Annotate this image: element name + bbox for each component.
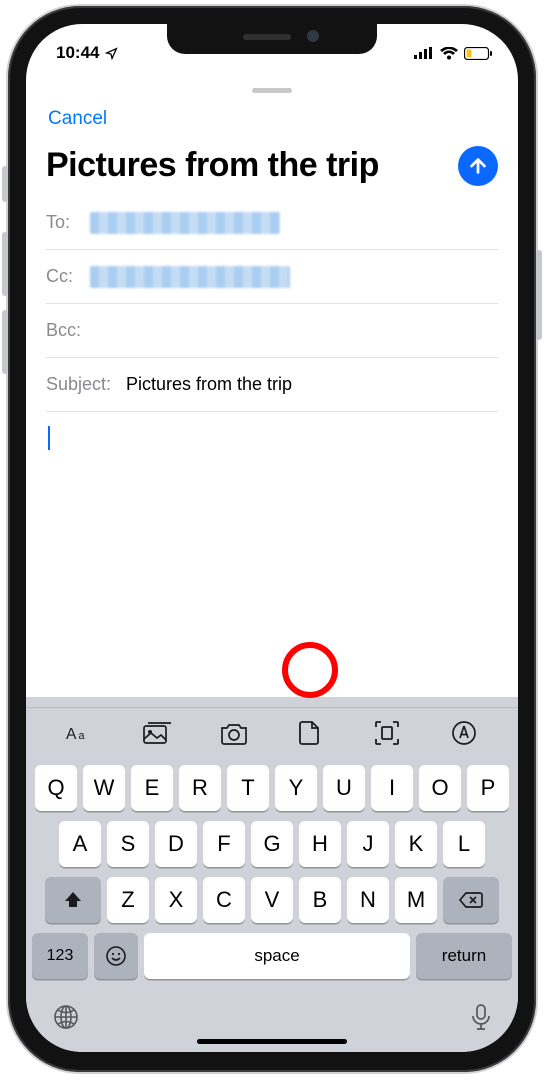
keyboard-row-1: Q W E R T Y U I O P bbox=[32, 765, 512, 811]
key-d[interactable]: D bbox=[155, 821, 197, 867]
subject-field-row[interactable]: Subject: bbox=[46, 358, 498, 412]
keyboard-area: A a bbox=[26, 697, 518, 1052]
scan-document-button[interactable] bbox=[365, 711, 409, 755]
key-l[interactable]: L bbox=[443, 821, 485, 867]
key-y[interactable]: Y bbox=[275, 765, 317, 811]
key-a[interactable]: A bbox=[59, 821, 101, 867]
photo-library-button[interactable] bbox=[135, 711, 179, 755]
key-emoji[interactable] bbox=[94, 933, 138, 979]
key-o[interactable]: O bbox=[419, 765, 461, 811]
arrow-up-icon bbox=[467, 155, 489, 177]
battery-low-icon bbox=[464, 47, 492, 60]
key-r[interactable]: R bbox=[179, 765, 221, 811]
camera-icon bbox=[220, 721, 248, 745]
subject-input[interactable] bbox=[126, 374, 498, 395]
to-field-row[interactable]: To: bbox=[46, 196, 498, 250]
location-icon bbox=[105, 47, 118, 60]
to-label: To: bbox=[46, 212, 80, 233]
key-k[interactable]: K bbox=[395, 821, 437, 867]
key-u[interactable]: U bbox=[323, 765, 365, 811]
mic-icon bbox=[470, 1003, 492, 1031]
wifi-icon bbox=[440, 47, 458, 60]
page-title: Pictures from the trip bbox=[46, 148, 450, 184]
key-s[interactable]: S bbox=[107, 821, 149, 867]
key-shift[interactable] bbox=[45, 877, 101, 923]
key-h[interactable]: H bbox=[299, 821, 341, 867]
status-bar: 10:44 bbox=[26, 24, 518, 76]
text-caret bbox=[48, 426, 50, 450]
key-b[interactable]: B bbox=[299, 877, 341, 923]
sheet-handle[interactable] bbox=[252, 88, 292, 93]
key-q[interactable]: Q bbox=[35, 765, 77, 811]
text-format-icon: A a bbox=[66, 721, 94, 745]
key-i[interactable]: I bbox=[371, 765, 413, 811]
highlight-ring bbox=[282, 642, 338, 698]
key-j[interactable]: J bbox=[347, 821, 389, 867]
status-time: 10:44 bbox=[56, 43, 118, 63]
bcc-label: Bcc: bbox=[46, 320, 80, 341]
cellular-icon bbox=[414, 47, 434, 59]
markup-icon bbox=[451, 720, 477, 746]
svg-text:A: A bbox=[66, 726, 77, 743]
svg-text:a: a bbox=[79, 730, 86, 742]
key-delete[interactable] bbox=[443, 877, 499, 923]
delete-icon bbox=[459, 891, 483, 909]
key-x[interactable]: X bbox=[155, 877, 197, 923]
cc-recipient bbox=[90, 266, 290, 288]
attach-document-button[interactable] bbox=[288, 711, 332, 755]
globe-icon bbox=[52, 1003, 80, 1031]
key-f[interactable]: F bbox=[203, 821, 245, 867]
sheet-handle-row bbox=[26, 76, 518, 104]
photo-library-icon bbox=[143, 721, 171, 745]
key-return[interactable]: return bbox=[416, 933, 512, 979]
home-indicator[interactable] bbox=[197, 1039, 347, 1044]
key-n[interactable]: N bbox=[347, 877, 389, 923]
bcc-input[interactable] bbox=[90, 320, 498, 341]
key-z[interactable]: Z bbox=[107, 877, 149, 923]
key-t[interactable]: T bbox=[227, 765, 269, 811]
scan-icon bbox=[374, 720, 400, 746]
key-g[interactable]: G bbox=[251, 821, 293, 867]
body-textarea[interactable] bbox=[26, 412, 518, 576]
keyboard-toolbar: A a bbox=[26, 707, 518, 759]
to-recipient bbox=[90, 212, 280, 234]
key-e[interactable]: E bbox=[131, 765, 173, 811]
cc-label: Cc: bbox=[46, 266, 80, 287]
markup-button[interactable] bbox=[442, 711, 486, 755]
document-icon bbox=[299, 720, 321, 746]
camera-button[interactable] bbox=[212, 711, 256, 755]
time-text: 10:44 bbox=[56, 43, 99, 63]
switch-keyboard-button[interactable] bbox=[52, 1003, 80, 1034]
cc-field-row[interactable]: Cc: bbox=[46, 250, 498, 304]
emoji-icon bbox=[105, 945, 127, 967]
keyboard-row-3: Z X C V B N M bbox=[32, 877, 512, 923]
key-c[interactable]: C bbox=[203, 877, 245, 923]
key-numbers[interactable]: 123 bbox=[32, 933, 88, 979]
key-p[interactable]: P bbox=[467, 765, 509, 811]
cancel-button[interactable]: Cancel bbox=[48, 108, 107, 130]
key-space[interactable]: space bbox=[144, 933, 410, 979]
keyboard-row-2: A S D F G H J K L bbox=[32, 821, 512, 867]
send-button[interactable] bbox=[458, 146, 498, 186]
bcc-field-row[interactable]: Bcc: bbox=[46, 304, 498, 358]
format-text-button[interactable]: A a bbox=[58, 711, 102, 755]
dictation-button[interactable] bbox=[470, 1003, 492, 1034]
keyboard-row-4: 123 space return bbox=[32, 933, 512, 979]
key-w[interactable]: W bbox=[83, 765, 125, 811]
key-m[interactable]: M bbox=[395, 877, 437, 923]
subject-label: Subject: bbox=[46, 374, 116, 395]
key-v[interactable]: V bbox=[251, 877, 293, 923]
shift-icon bbox=[63, 890, 83, 910]
